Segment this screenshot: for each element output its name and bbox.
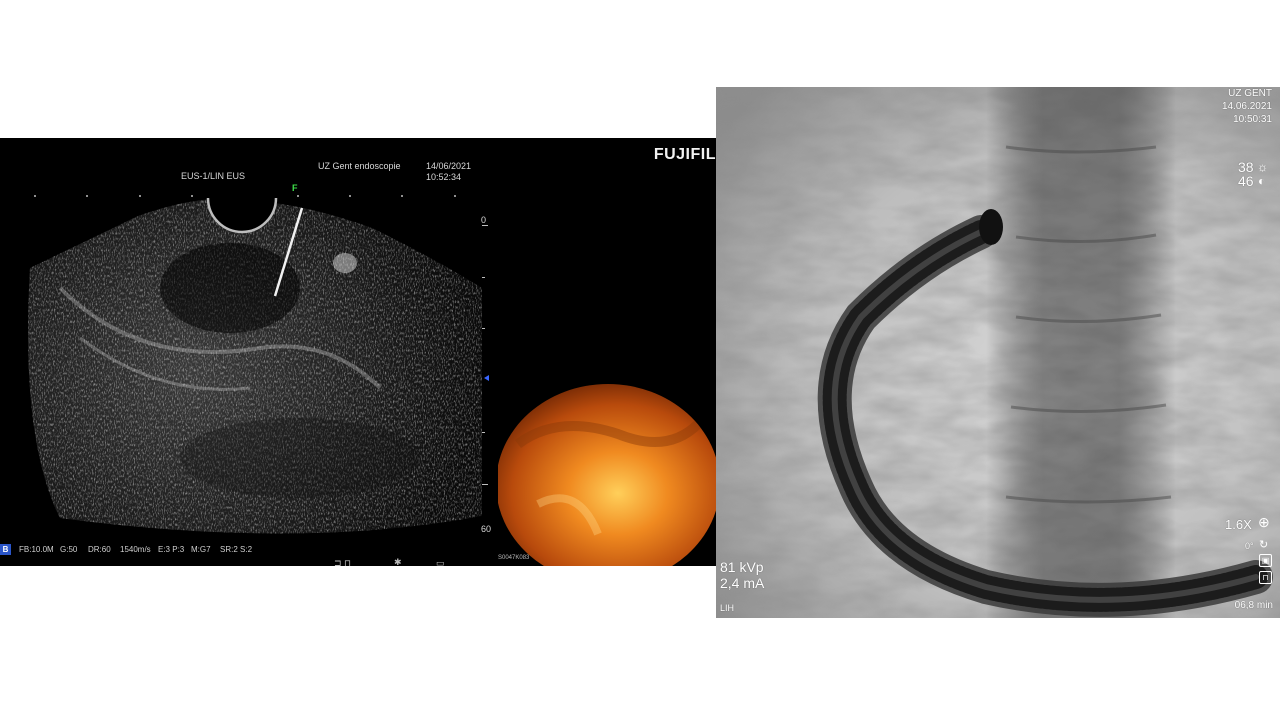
kvp-value: 81 kVp <box>720 559 764 575</box>
collimator-icon[interactable]: ⊓ <box>1259 571 1272 584</box>
brand-logo: FUJIFIL <box>653 146 716 163</box>
probe-icon[interactable]: ⊐ <box>334 558 342 566</box>
fluoro-time-counter: 06,8 min <box>1234 600 1273 611</box>
date-label: 14/06/2021 <box>426 161 472 171</box>
param-dr: DR:60 <box>88 545 111 554</box>
fluoro-time: 10:50:31 <box>1233 114 1272 125</box>
param-e-p: E:3 P:3 <box>158 545 185 554</box>
depth-scale-top: 0 <box>481 215 487 225</box>
fluoroscopy-image <box>716 87 1280 618</box>
sun-icon: ☼ <box>1257 160 1268 174</box>
orientation-label: LIH <box>720 603 735 613</box>
focus-marker: F <box>292 183 298 193</box>
mode-label: EUS-1/LIN EUS <box>181 171 246 181</box>
mode-badge: B <box>0 544 11 555</box>
depth-scale-bottom: 60 <box>481 524 492 534</box>
param-gain: G:50 <box>60 545 78 554</box>
param-sr-s: SR:2 S:2 <box>220 545 253 554</box>
fluoro-date: 14.06.2021 <box>1221 101 1272 112</box>
fluoroscopy-panel: UZ GENT 14.06.2021 10:50:31 38 ☼ 46 ◐ 81… <box>716 87 1280 618</box>
parameter-bar: B FB:10.0M G:50 DR:60 1540m/s E:3 P:3 M:… <box>0 544 500 556</box>
eus-panel: FUJIFIL EUS-1/LIN EUS UZ Gent endoscopie… <box>0 138 716 566</box>
zoom-value: 1.6X <box>1225 517 1252 532</box>
ma-value: 2,4 mA <box>720 575 765 591</box>
param-sound-speed: 1540m/s <box>120 545 151 554</box>
fluoro-institution: UZ GENT <box>1228 88 1272 99</box>
half-circle-icon: ◐ <box>1258 174 1266 188</box>
param-fb: FB:10.0M <box>19 545 54 554</box>
param-m: M:G7 <box>191 545 211 554</box>
star-icon[interactable]: ✱ <box>394 557 402 566</box>
rotate-icon[interactable]: ↻ <box>1259 538 1268 551</box>
zoom-icon[interactable]: ⊕ <box>1258 514 1270 531</box>
contrast-value: 46 <box>1238 173 1254 189</box>
endoscopic-view <box>498 384 716 566</box>
image-icon[interactable]: ▣ <box>1259 554 1272 567</box>
freeze-icon[interactable]: ⊓ <box>344 558 351 566</box>
depth-icon[interactable]: ▭ <box>436 558 445 566</box>
institution-label: UZ Gent endoscopie <box>318 161 401 171</box>
endo-code: S0047K083 <box>498 555 530 561</box>
time-label: 10:52:34 <box>426 172 462 182</box>
rotation-value: 0° <box>1245 541 1254 551</box>
